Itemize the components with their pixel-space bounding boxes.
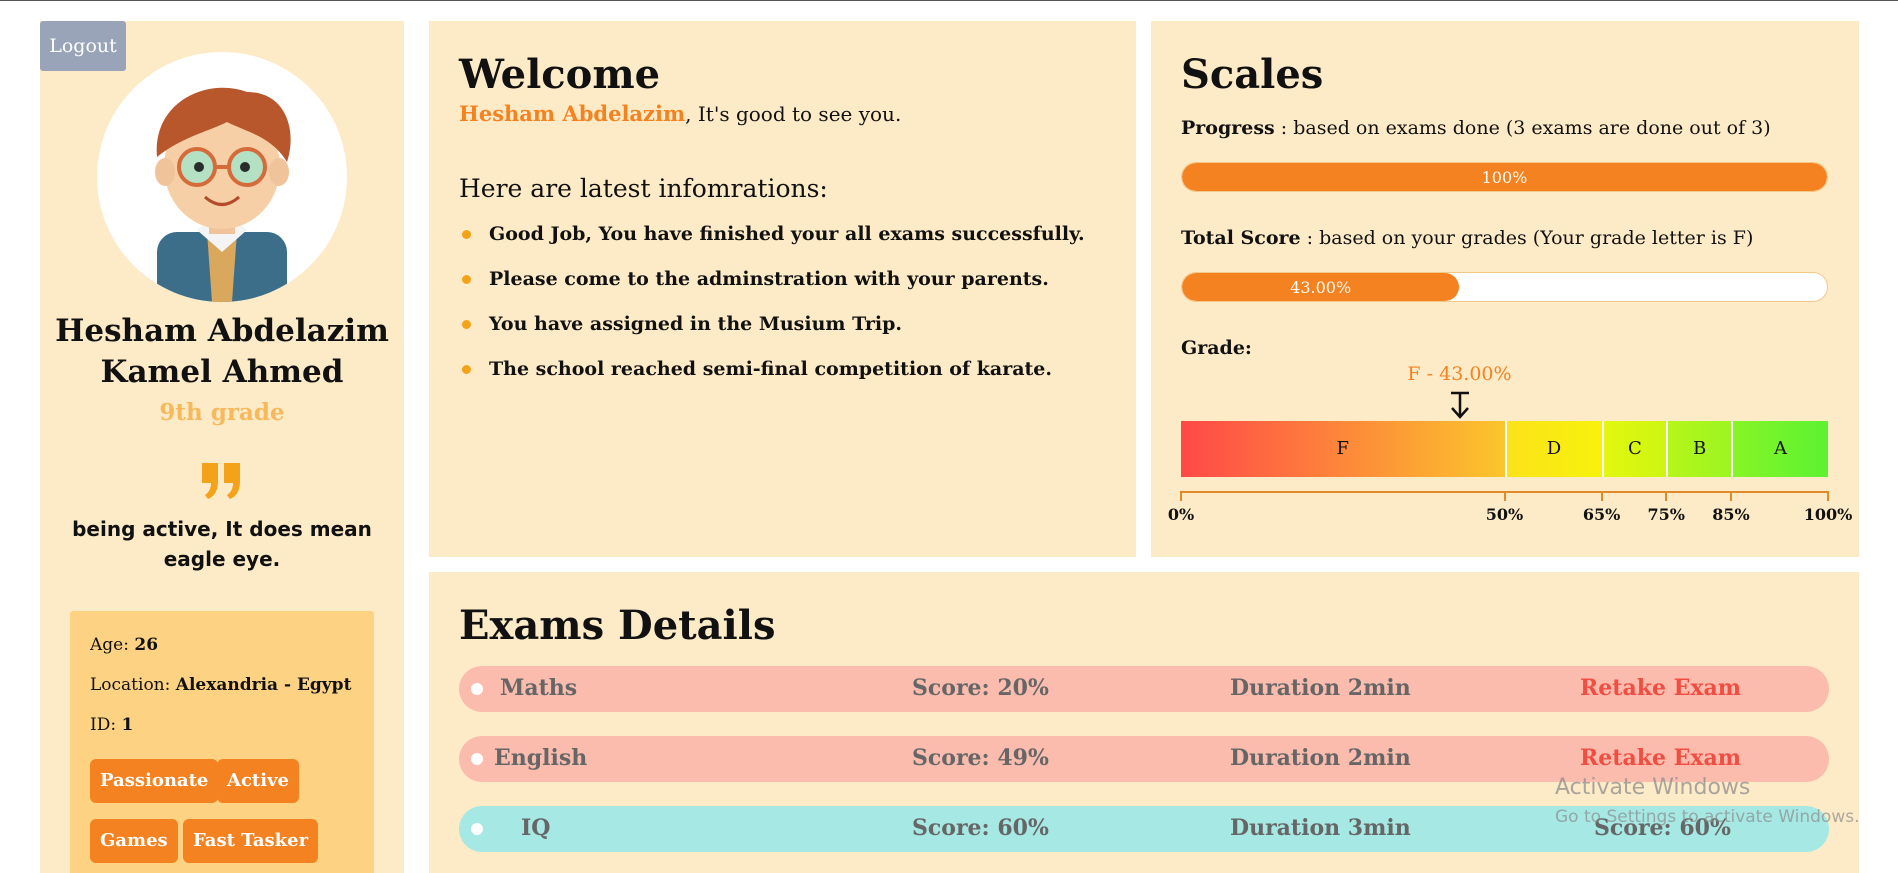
list-item: The school reached semi-final competitio…	[459, 356, 1085, 401]
axis-tick-label: 50%	[1485, 505, 1524, 524]
total-score-bar-fill: 43.00%	[1182, 273, 1460, 301]
tag-fast-tasker: Fast Tasker	[183, 819, 319, 863]
id-value: 1	[121, 715, 134, 735]
retake-exam-button[interactable]: Retake Exam	[1580, 675, 1741, 701]
age-value: 26	[134, 635, 159, 655]
avatar	[97, 52, 347, 302]
grade-scale: FDCBA	[1181, 421, 1828, 477]
scales-title: Scales	[1181, 51, 1324, 98]
axis-tick-label: 85%	[1712, 505, 1750, 524]
exam-name: English	[494, 745, 588, 771]
location-line: Location: Alexandria - Egypt	[90, 675, 351, 695]
exams-panel: Exams Details Maths Score: 20% Duration …	[429, 572, 1859, 873]
list-item: Good Job, You have finished your all exa…	[459, 221, 1085, 266]
axis-tick-label: 100%	[1803, 505, 1853, 524]
exam-name: Maths	[500, 675, 578, 701]
total-score-bar: 43.00%	[1181, 272, 1828, 302]
location-value: Alexandria - Egypt	[175, 675, 352, 695]
grade-segment-d: D	[1504, 421, 1602, 477]
welcome-name: Hesham Abdelazim	[459, 101, 686, 126]
location-label: Location:	[90, 675, 171, 695]
axis-tick-label: 75%	[1647, 505, 1685, 524]
welcome-greeting-text: , It's good to see you.	[685, 102, 902, 126]
id-label: ID:	[90, 715, 117, 735]
tag-active: Active	[217, 759, 299, 803]
exam-duration: Duration 2min	[1230, 745, 1411, 771]
axis-tick	[1600, 491, 1603, 501]
age-line: Age: 26	[90, 635, 158, 655]
age-label: Age:	[90, 635, 129, 655]
welcome-panel: Welcome Hesham Abdelazim, It's good to s…	[429, 21, 1136, 557]
grade-segment-a: A	[1730, 421, 1828, 477]
progress-label: Progress : based on exams done (3 exams …	[1181, 117, 1771, 139]
watermark-title: Activate Windows	[1555, 775, 1751, 800]
axis-tick	[1180, 491, 1182, 501]
axis-tick	[1827, 491, 1829, 501]
axis-tick-label: 65%	[1582, 505, 1621, 524]
exam-duration: Duration 3min	[1230, 815, 1411, 841]
exam-score: Score: 60%	[912, 815, 1049, 841]
exam-row-maths: Maths Score: 20% Duration 2min Retake Ex…	[459, 666, 1829, 712]
grade-label: Grade:	[1181, 337, 1252, 359]
welcome-title: Welcome	[459, 51, 661, 98]
logout-button[interactable]: Logout	[40, 21, 126, 71]
latest-info-list: Good Job, You have finished your all exa…	[459, 221, 1085, 401]
quote-icon	[202, 463, 240, 499]
grade-segment-b: B	[1666, 421, 1731, 477]
tag-passionate: Passionate	[90, 759, 219, 803]
arrow-down-icon	[1450, 391, 1469, 419]
tag-games: Games	[90, 819, 178, 863]
exam-duration: Duration 2min	[1230, 675, 1411, 701]
axis-tick	[1665, 491, 1668, 501]
scales-panel: Scales Progress : based on exams done (3…	[1151, 21, 1859, 557]
exam-score: Score: 20%	[912, 675, 1049, 701]
exam-name: IQ	[521, 815, 551, 841]
grade-segment-f: F	[1181, 421, 1505, 477]
total-score-label: Total Score : based on your grades (Your…	[1181, 227, 1754, 249]
latest-info-heading: Here are latest infomrations:	[459, 174, 828, 203]
quote-text: being active, It does mean eagle eye.	[72, 517, 372, 571]
grade-segment-c: C	[1601, 421, 1667, 477]
info-card: Age: 26 Location: Alexandria - Egypt ID:…	[70, 611, 374, 873]
student-name: Hesham Abdelazim Kamel Ahmed	[55, 313, 389, 390]
watermark-subtitle: Go to Settings to activate Windows.	[1555, 807, 1860, 827]
list-item: Please come to the adminstration with yo…	[459, 266, 1085, 311]
welcome-greeting: Hesham Abdelazim, It's good to see you.	[459, 101, 901, 126]
axis-tick	[1729, 491, 1732, 501]
exam-score: Score: 49%	[912, 745, 1049, 771]
exams-title: Exams Details	[459, 602, 776, 649]
progress-bar-fill: 100%	[1182, 163, 1827, 191]
retake-exam-button[interactable]: Retake Exam	[1580, 745, 1741, 771]
profile-sidebar: Logout Hesham Abdelazim Kamel Ahmed 9th …	[40, 21, 404, 873]
progress-bar: 100%	[1181, 162, 1828, 192]
axis-tick	[1503, 491, 1506, 501]
grade-level: 9th grade	[159, 399, 285, 426]
axis-tick-label: 0%	[1167, 505, 1195, 524]
id-line: ID: 1	[90, 715, 133, 735]
grade-marker-label: F - 43.00%	[1407, 363, 1512, 385]
list-item: You have assigned in the Musium Trip.	[459, 311, 1085, 356]
